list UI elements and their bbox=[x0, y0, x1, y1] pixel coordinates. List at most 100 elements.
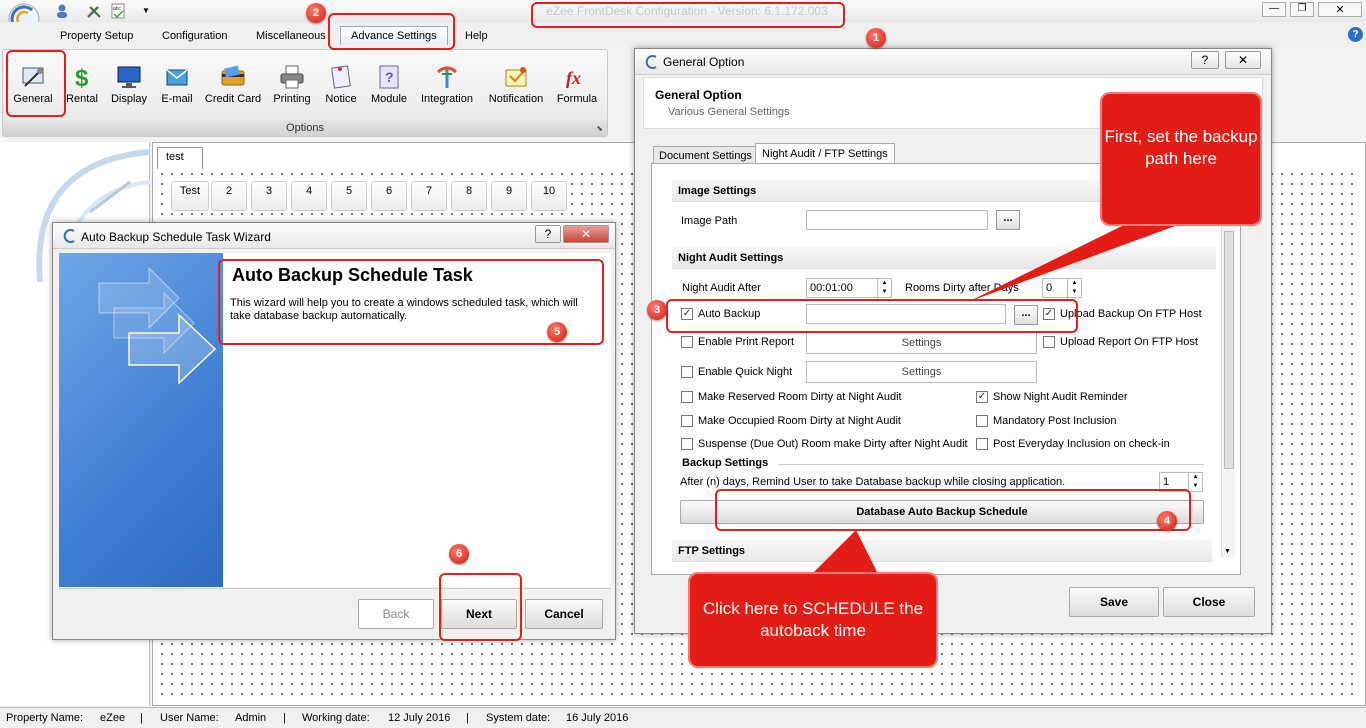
enable-quick-label: Enable Quick Night bbox=[698, 366, 793, 378]
svg-text:fx: fx bbox=[566, 68, 581, 88]
general-option-titlebar: General Option ? ✕ bbox=[635, 49, 1271, 75]
room-button[interactable]: 4 bbox=[291, 181, 327, 211]
room-button[interactable]: 2 bbox=[211, 181, 247, 211]
auto-backup-browse-button[interactable]: ... bbox=[1014, 305, 1038, 325]
dialog-close-button[interactable]: ✕ bbox=[1225, 51, 1261, 69]
ribbon-expand-icon[interactable]: ⬊ bbox=[596, 124, 603, 133]
scroll-down-icon[interactable]: ▼ bbox=[1224, 548, 1231, 555]
auto-backup-checkbox[interactable]: ✓ bbox=[681, 308, 693, 320]
scroll-thumb[interactable] bbox=[1224, 231, 1234, 469]
quick-user-icon[interactable] bbox=[54, 3, 70, 19]
wizard-separator bbox=[59, 588, 611, 589]
enable-print-checkbox[interactable] bbox=[681, 336, 693, 348]
remind-label: After (n) days, Remind User to take Data… bbox=[680, 476, 1066, 488]
post-everyday-label: Post Everyday Inclusion on check-in bbox=[993, 438, 1170, 450]
menu-property-setup[interactable]: Property Setup bbox=[60, 30, 133, 42]
auto-backup-path-input[interactable] bbox=[806, 304, 1006, 324]
dialog-help-button[interactable]: ? bbox=[1191, 51, 1219, 69]
upload-backup-checkbox[interactable]: ✓ bbox=[1043, 308, 1055, 320]
quick-access-dropdown-icon[interactable]: ▼ bbox=[142, 6, 150, 15]
minimize-button[interactable]: — bbox=[1262, 2, 1286, 17]
post-everyday-checkbox[interactable] bbox=[976, 438, 988, 450]
module-icon: ? bbox=[379, 65, 399, 89]
scrollbar[interactable]: ▼ bbox=[1221, 177, 1235, 557]
enable-quick-checkbox[interactable] bbox=[681, 366, 693, 378]
wizard-logo-icon bbox=[63, 229, 75, 243]
ribbon-printing-button[interactable]: Printing bbox=[269, 62, 315, 118]
quick-tools-icon[interactable] bbox=[86, 3, 102, 19]
image-path-browse-button[interactable]: ... bbox=[996, 210, 1020, 230]
make-reserved-checkbox[interactable] bbox=[681, 391, 693, 403]
room-button[interactable]: 5 bbox=[331, 181, 367, 211]
save-button[interactable]: Save bbox=[1069, 587, 1159, 617]
help-icon[interactable]: ? bbox=[1348, 27, 1363, 42]
ribbon-formula-button[interactable]: fx Formula bbox=[553, 62, 601, 118]
ribbon-credit-card-button[interactable]: Credit Card bbox=[203, 62, 263, 118]
close-app-button[interactable]: ✕ bbox=[1318, 2, 1362, 17]
room-button[interactable]: 7 bbox=[411, 181, 447, 211]
upload-report-label: Upload Report On FTP Host bbox=[1060, 336, 1198, 348]
mandatory-post-checkbox[interactable] bbox=[976, 415, 988, 427]
menu-bar: Property Setup Configuration Miscellaneo… bbox=[0, 22, 1366, 48]
ribbon-email-button[interactable]: E-mail bbox=[157, 62, 197, 118]
room-button[interactable]: 10 bbox=[531, 181, 567, 211]
integration-icon bbox=[437, 66, 457, 88]
night-audit-after-value: 00:01:00 bbox=[810, 282, 853, 294]
wizard-back-button[interactable]: Back bbox=[358, 599, 434, 629]
app-titlebar: abc ▼ eZee FrontDesk Configuration - Ver… bbox=[0, 0, 1366, 35]
menu-miscellaneous[interactable]: Miscellaneous bbox=[256, 30, 326, 42]
ribbon-module-label: Module bbox=[370, 93, 408, 105]
room-button[interactable]: 6 bbox=[371, 181, 407, 211]
menu-advance-settings[interactable]: Advance Settings bbox=[340, 26, 448, 45]
menu-configuration[interactable]: Configuration bbox=[162, 30, 227, 42]
make-occupied-checkbox[interactable] bbox=[681, 415, 693, 427]
ribbon-general-button[interactable]: General bbox=[11, 62, 55, 118]
close-button[interactable]: Close bbox=[1163, 587, 1255, 617]
ribbon-display-button[interactable]: Display bbox=[107, 62, 151, 118]
wizard-close-button[interactable]: ✕ bbox=[563, 225, 609, 243]
menu-help[interactable]: Help bbox=[465, 30, 488, 42]
quick-settings-button[interactable]: Settings bbox=[806, 361, 1037, 383]
ribbon-module-button[interactable]: ? Module bbox=[367, 62, 411, 118]
ftp-settings-heading: FTP Settings bbox=[672, 540, 1212, 562]
quick-abc-icon[interactable]: abc bbox=[110, 3, 126, 19]
wizard-cancel-button[interactable]: Cancel bbox=[525, 599, 603, 629]
room-button[interactable]: Test bbox=[171, 181, 209, 211]
step-badge-6: 6 bbox=[449, 544, 469, 564]
room-button[interactable]: 8 bbox=[451, 181, 487, 211]
auto-backup-label: Auto Backup bbox=[698, 308, 761, 320]
ribbon-notification-button[interactable]: Notification bbox=[483, 62, 549, 118]
remind-spinner[interactable]: ▲ ▼ bbox=[1188, 473, 1202, 493]
status-divider: | bbox=[283, 712, 286, 724]
backup-divider bbox=[778, 464, 1204, 465]
restore-button[interactable]: ❐ bbox=[1290, 2, 1314, 17]
time-spinner[interactable]: ▲ ▼ bbox=[877, 279, 891, 299]
tab-night-audit-ftp[interactable]: Night Audit / FTP Settings bbox=[755, 143, 895, 164]
wizard-next-button[interactable]: Next bbox=[441, 599, 517, 629]
rooms-dirty-input[interactable]: 0 ▲ ▼ bbox=[1042, 278, 1082, 299]
image-path-input[interactable] bbox=[806, 210, 988, 230]
ribbon-integration-button[interactable]: Integration bbox=[417, 62, 477, 118]
wizard-help-button[interactable]: ? bbox=[535, 225, 561, 243]
remind-days-input[interactable]: 1 ▲ ▼ bbox=[1159, 472, 1203, 493]
wizard-titlebar: Auto Backup Schedule Task Wizard ? ✕ bbox=[53, 223, 615, 249]
tab-test[interactable]: test bbox=[157, 147, 203, 169]
days-spinner[interactable]: ▲ ▼ bbox=[1067, 279, 1081, 299]
dollar-icon: $ bbox=[75, 65, 89, 90]
ribbon-rental-button[interactable]: $ Rental bbox=[63, 62, 101, 118]
mandatory-post-label: Mandatory Post Inclusion bbox=[993, 415, 1117, 427]
print-settings-button[interactable]: Settings bbox=[806, 332, 1037, 354]
night-audit-after-input[interactable]: 00:01:00 ▲ ▼ bbox=[806, 278, 892, 299]
step-badge-4: 4 bbox=[1157, 511, 1177, 531]
ribbon-group-label: Options bbox=[3, 120, 607, 136]
ribbon-notice-label: Notice bbox=[325, 93, 357, 105]
room-button[interactable]: 9 bbox=[491, 181, 527, 211]
room-button[interactable]: 3 bbox=[251, 181, 287, 211]
wizard-heading: Auto Backup Schedule Task bbox=[232, 265, 473, 285]
suspense-checkbox[interactable] bbox=[681, 438, 693, 450]
upload-report-checkbox[interactable] bbox=[1043, 336, 1055, 348]
ribbon-notice-button[interactable]: Notice bbox=[321, 62, 361, 118]
database-auto-backup-schedule-button[interactable]: Database Auto Backup Schedule bbox=[680, 500, 1204, 524]
show-reminder-checkbox[interactable]: ✓ bbox=[976, 391, 988, 403]
credit-card-icon bbox=[221, 65, 245, 86]
